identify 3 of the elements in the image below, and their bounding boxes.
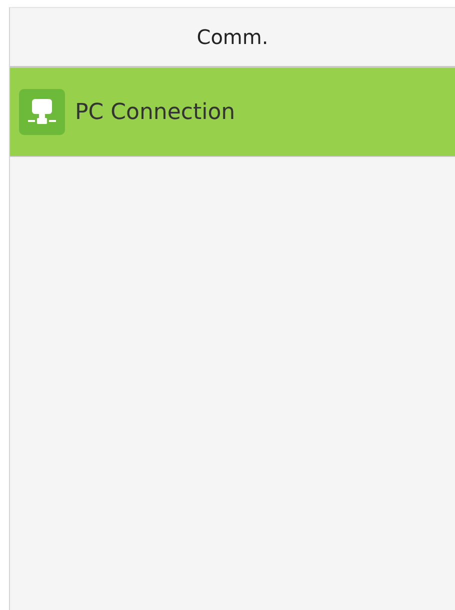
menu-item[interactable]: PC Connection [10, 68, 455, 157]
monitor-icon [19, 89, 65, 135]
screen-title: Comm. [196, 25, 268, 49]
